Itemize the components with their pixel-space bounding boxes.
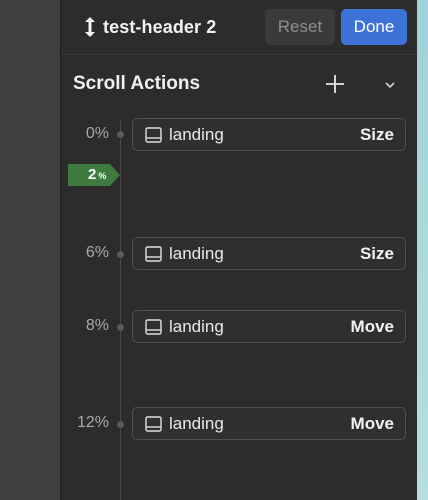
frame-icon [145, 319, 162, 335]
marker-unit: % [98, 171, 107, 181]
plus-icon[interactable] [323, 72, 347, 96]
position-label: 0% [85, 125, 109, 142]
action-type: Move [350, 414, 394, 433]
position-label: 8% [85, 317, 109, 334]
frame-icon [145, 127, 162, 143]
title-group: test-header 2 [83, 14, 216, 40]
action-type: Move [350, 317, 394, 336]
vertical-arrows-icon [83, 16, 97, 38]
frame-icon [145, 246, 162, 262]
action-target: landing [169, 317, 224, 336]
panel-header: test-header 2 Reset Done [61, 0, 417, 55]
done-button[interactable]: Done [341, 9, 407, 45]
list-item[interactable]: landing Move [132, 310, 406, 343]
timeline-dot [117, 251, 124, 258]
canvas-edge [416, 0, 428, 500]
list-item[interactable]: landing Size [132, 237, 406, 270]
action-type: Size [359, 244, 394, 263]
list-item[interactable]: landing Move [132, 407, 406, 440]
panel-title: test-header 2 [103, 16, 217, 37]
timeline-track [120, 120, 121, 500]
frame-icon [145, 416, 162, 432]
current-position-marker[interactable]: 2% [68, 164, 120, 186]
marker-value: 2% [88, 166, 106, 183]
action-type: Size [359, 125, 394, 144]
marker-number: 2 [88, 166, 97, 183]
action-target: landing [169, 244, 224, 263]
reset-button[interactable]: Reset [265, 9, 335, 45]
scroll-actions-panel: test-header 2 Reset Done Scroll Actions … [60, 0, 417, 500]
timeline-dot [117, 131, 124, 138]
action-target: landing [169, 125, 224, 144]
timeline-dot [117, 324, 124, 331]
list-item[interactable]: landing Size [132, 118, 406, 151]
section-title: Scroll Actions [73, 73, 201, 94]
action-target: landing [169, 414, 224, 433]
position-label: 6% [85, 244, 109, 261]
chevron-down-icon[interactable] [381, 76, 399, 94]
canvas-area [0, 0, 60, 500]
position-label: 12% [76, 414, 109, 431]
timeline-dot [117, 421, 124, 428]
